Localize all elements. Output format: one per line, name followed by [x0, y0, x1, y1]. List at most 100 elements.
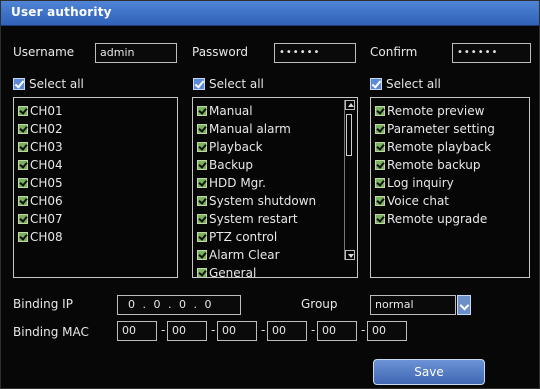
mac-separator: - — [311, 323, 316, 337]
binding-mac-label: Binding MAC — [13, 325, 89, 339]
permission-item[interactable]: Manual — [193, 102, 357, 120]
list-item-label: Remote playback — [387, 140, 492, 154]
select-all-label: Select all — [29, 77, 84, 91]
list-item-label: CH04 — [30, 158, 63, 172]
list-item-label: Remote upgrade — [387, 212, 488, 226]
channel-item[interactable]: CH04 — [14, 156, 177, 174]
checkbox-checked-icon — [18, 214, 28, 224]
mac-separator: - — [211, 323, 216, 337]
checkbox-checked-icon — [193, 78, 205, 90]
group-select[interactable]: normal — [370, 295, 456, 315]
permission-item[interactable]: PTZ control — [193, 228, 357, 246]
permission-item[interactable]: Alarm Clear — [193, 246, 357, 264]
local-permissions-select-all[interactable]: Select all — [193, 77, 264, 91]
channel-item[interactable]: CH06 — [14, 192, 177, 210]
confirm-input[interactable]: •••••• — [452, 43, 531, 63]
password-input[interactable]: •••••• — [274, 43, 356, 63]
remote-permissions-panel: Remote preview Parameter setting Remote … — [370, 97, 530, 278]
permission-item[interactable]: Remote playback — [371, 138, 529, 156]
checkbox-checked-icon — [18, 178, 28, 188]
local-permissions-panel: Manual Manual alarm Playback Backup HDD … — [192, 97, 358, 278]
binding-ip-label: Binding IP — [13, 297, 73, 311]
checkbox-checked-icon — [197, 124, 207, 134]
channel-item[interactable]: CH07 — [14, 210, 177, 228]
list-item-label: CH07 — [30, 212, 63, 226]
binding-ip-input[interactable]: 0 . 0 . 0 . 0 — [117, 295, 241, 315]
scrollbar-thumb[interactable] — [346, 114, 352, 156]
channels-select-all[interactable]: Select all — [13, 77, 84, 91]
list-item-label: Manual alarm — [209, 122, 291, 136]
list-item-label: Remote backup — [387, 158, 481, 172]
list-item-label: PTZ control — [209, 230, 278, 244]
permission-item[interactable]: System shutdown — [193, 192, 357, 210]
channel-item[interactable]: CH05 — [14, 174, 177, 192]
checkbox-checked-icon — [375, 196, 385, 206]
list-item-label: Playback — [209, 140, 263, 154]
username-input[interactable]: admin — [95, 43, 177, 63]
checkbox-checked-icon — [13, 78, 25, 90]
checkbox-checked-icon — [18, 106, 28, 116]
permission-item[interactable]: Parameter setting — [371, 120, 529, 138]
chevron-down-icon[interactable] — [457, 295, 471, 315]
remote-permissions-select-all[interactable]: Select all — [370, 77, 441, 91]
mac-separator: - — [261, 323, 266, 337]
list-item-label: Backup — [209, 158, 253, 172]
mac-octet-1-input[interactable]: 00 — [117, 321, 157, 341]
list-item-label: CH05 — [30, 176, 63, 190]
mac-octet-6-input[interactable]: 00 — [367, 321, 407, 341]
checkbox-checked-icon — [197, 232, 207, 242]
mac-octet-3-input[interactable]: 00 — [217, 321, 257, 341]
list-item-label: Alarm Clear — [209, 248, 280, 262]
checkbox-checked-icon — [197, 106, 207, 116]
checkbox-checked-icon — [197, 250, 207, 260]
permission-item[interactable]: Remote backup — [371, 156, 529, 174]
vertical-scrollbar[interactable] — [344, 100, 355, 260]
list-item-label: Log inquiry — [387, 176, 454, 190]
checkbox-checked-icon — [18, 232, 28, 242]
list-item-label: CH08 — [30, 230, 63, 244]
permission-item[interactable]: System restart — [193, 210, 357, 228]
channel-list-panel: CH01 CH02 CH03 CH04 CH05 CH06 CH07 CH08 — [13, 97, 178, 278]
permission-item[interactable]: Remote upgrade — [371, 210, 529, 228]
list-item-label: HDD Mgr. — [209, 176, 266, 190]
mac-separator: - — [161, 323, 166, 337]
checkbox-checked-icon — [375, 160, 385, 170]
permission-item[interactable]: Backup — [193, 156, 357, 174]
channel-item[interactable]: CH02 — [14, 120, 177, 138]
channel-item[interactable]: CH08 — [14, 228, 177, 246]
list-item-label: CH03 — [30, 140, 63, 154]
permission-item[interactable]: Manual alarm — [193, 120, 357, 138]
channel-item[interactable]: CH03 — [14, 138, 177, 156]
checkbox-checked-icon — [375, 214, 385, 224]
permission-item[interactable]: General — [193, 264, 357, 277]
checkbox-checked-icon — [375, 124, 385, 134]
permission-item[interactable]: Voice chat — [371, 192, 529, 210]
permission-item[interactable]: HDD Mgr. — [193, 174, 357, 192]
title-bar: User authority — [1, 1, 539, 26]
local-permissions-list: Manual Manual alarm Playback Backup HDD … — [193, 98, 357, 277]
list-item-label: Voice chat — [387, 194, 450, 208]
checkbox-checked-icon — [370, 78, 382, 90]
permission-item[interactable]: Playback — [193, 138, 357, 156]
checkbox-checked-icon — [197, 160, 207, 170]
mac-octet-5-input[interactable]: 00 — [317, 321, 357, 341]
save-button[interactable]: Save — [373, 359, 485, 385]
permission-item[interactable]: Log inquiry — [371, 174, 529, 192]
checkbox-checked-icon — [375, 106, 385, 116]
list-item-label: CH02 — [30, 122, 63, 136]
mac-octet-4-input[interactable]: 00 — [267, 321, 307, 341]
checkbox-checked-icon — [197, 196, 207, 206]
channel-item[interactable]: CH01 — [14, 102, 177, 120]
permission-item[interactable]: Remote preview — [371, 102, 529, 120]
checkbox-checked-icon — [197, 214, 207, 224]
confirm-label: Confirm — [370, 45, 418, 59]
remote-permissions-list: Remote preview Parameter setting Remote … — [371, 98, 529, 228]
checkbox-checked-icon — [375, 178, 385, 188]
mac-octet-2-input[interactable]: 00 — [167, 321, 207, 341]
scroll-down-arrow-icon[interactable] — [345, 250, 355, 260]
scroll-up-arrow-icon[interactable] — [345, 100, 355, 110]
list-item-label: System restart — [209, 212, 298, 226]
group-label: Group — [301, 297, 338, 311]
username-label: Username — [13, 45, 75, 59]
list-item-label: Manual — [209, 104, 253, 118]
